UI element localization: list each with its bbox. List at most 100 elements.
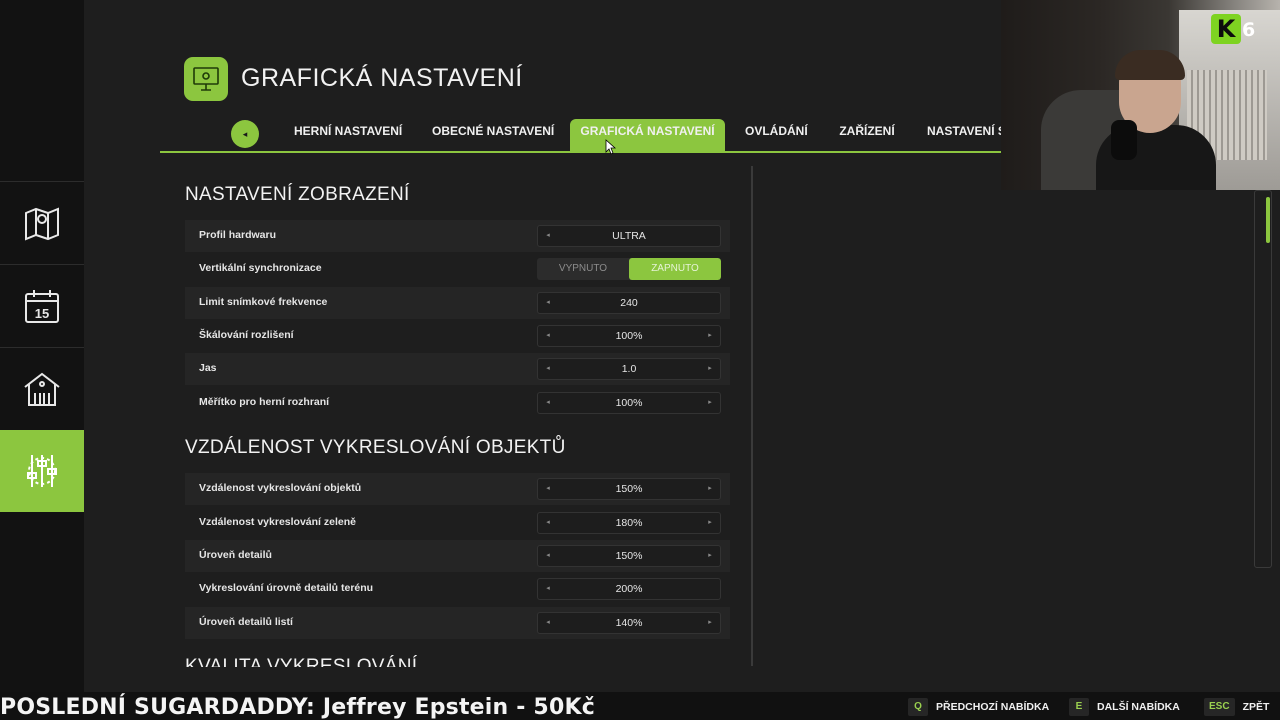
stepper-value: 100% xyxy=(615,397,643,409)
hint-previous-menu[interactable]: Q PŘEDCHOZÍ NABÍDKA xyxy=(908,698,1049,716)
setting-label: Vzdálenost vykreslování objektů xyxy=(199,482,362,494)
setting-label: Profil hardwaru xyxy=(199,229,277,241)
hint-next-menu[interactable]: E DALŠÍ NABÍDKA xyxy=(1069,698,1180,716)
vsync-toggle[interactable]: VYPNUTO ZAPNUTO xyxy=(537,258,721,280)
tab-prev-button[interactable]: ◂ xyxy=(231,120,259,148)
setting-row-vsync: Vertikální synchronizace VYPNUTO ZAPNUTO xyxy=(185,253,730,285)
bottom-bar: POSLEDNÍ SUGARDADDY: Jeffrey Epstein - 5… xyxy=(0,692,1280,720)
stepper-value: 140% xyxy=(615,617,643,629)
arrow-left-icon[interactable]: ◂ xyxy=(538,359,558,379)
arrow-left-icon[interactable]: ◂ xyxy=(538,546,558,566)
settings-sliders-icon xyxy=(27,455,57,487)
tab-more-settings[interactable]: NASTAVENÍ S xyxy=(927,119,1001,152)
key-e: E xyxy=(1069,698,1089,716)
page-title: GRAFICKÁ NASTAVENÍ xyxy=(241,64,523,92)
arrow-left-icon[interactable]: ◂ xyxy=(538,393,558,413)
setting-label: Limit snímkové frekvence xyxy=(199,296,328,308)
arrow-right-icon[interactable] xyxy=(700,293,720,313)
hint-label: DALŠÍ NABÍDKA xyxy=(1097,701,1180,713)
right-scrollbar[interactable] xyxy=(1254,190,1272,568)
mouse-cursor-icon xyxy=(605,139,617,155)
setting-row-foliage-lod: Úroveň detailů listí ◂ 140% ▸ xyxy=(185,607,730,639)
framerate-limit-stepper[interactable]: ◂ 240 xyxy=(537,292,721,314)
calendar-day: 15 xyxy=(35,306,49,321)
setting-label: Škálování rozlišení xyxy=(199,329,294,341)
sidebar-item-barn[interactable] xyxy=(0,347,84,429)
level-of-detail-stepper[interactable]: ◂ 150% ▸ xyxy=(537,545,721,567)
resolution-scaling-stepper[interactable]: ◂ 100% ▸ xyxy=(537,325,721,347)
toggle-on-option[interactable]: ZAPNUTO xyxy=(629,258,721,280)
arrow-left-icon[interactable]: ◂ xyxy=(538,479,558,499)
setting-row-resolution-scaling: Škálování rozlišení ◂ 100% ▸ xyxy=(185,320,730,352)
arrow-right-icon[interactable]: ▸ xyxy=(700,479,720,499)
section-title-display: NASTAVENÍ ZOBRAZENÍ xyxy=(185,184,410,205)
stepper-value: 1.0 xyxy=(621,363,637,375)
arrow-left-icon[interactable]: ◂ xyxy=(538,326,558,346)
tab-general-settings[interactable]: OBECNÉ NASTAVENÍ xyxy=(432,119,554,152)
microphone-icon xyxy=(1111,120,1137,160)
tab-controls[interactable]: OVLÁDÁNÍ xyxy=(745,119,808,152)
setting-label: Měřítko pro herní rozhraní xyxy=(199,396,330,408)
foliage-distance-stepper[interactable]: ◂ 180% ▸ xyxy=(537,512,721,534)
section-title-render-quality: KVALITA VYKRESLOVÁNÍ xyxy=(185,656,418,667)
arrow-left-icon[interactable]: ◂ xyxy=(538,613,558,633)
arrow-right-icon[interactable]: ▸ xyxy=(700,613,720,633)
stepper-value: 240 xyxy=(620,297,638,309)
tab-underline xyxy=(160,151,1002,153)
foliage-lod-stepper[interactable]: ◂ 140% ▸ xyxy=(537,612,721,634)
graphics-settings-icon xyxy=(184,57,228,101)
setting-row-foliage-distance: Vzdálenost vykreslování zeleně ◂ 180% ▸ xyxy=(185,507,730,539)
stepper-value: 180% xyxy=(615,517,643,529)
setting-label: Úroveň detailů xyxy=(199,549,272,561)
arrow-right-icon[interactable]: ▸ xyxy=(700,393,720,413)
key-q: Q xyxy=(908,698,928,716)
ui-scale-stepper[interactable]: ◂ 100% ▸ xyxy=(537,392,721,414)
arrow-left-icon[interactable]: ◂ xyxy=(538,513,558,533)
tab-game-settings[interactable]: HERNÍ NASTAVENÍ xyxy=(294,119,402,152)
channel-logo: K xyxy=(1211,14,1241,44)
setting-label: Vzdálenost vykreslování zeleně xyxy=(199,516,356,528)
arrow-right-icon[interactable] xyxy=(700,226,720,246)
tab-graphics-settings[interactable]: GRAFICKÁ NASTAVENÍ xyxy=(570,119,725,152)
calendar-icon: 15 xyxy=(25,289,59,323)
setting-row-hardware-profile: Profil hardwaru ◂ ULTRA xyxy=(185,220,730,252)
object-distance-stepper[interactable]: ◂ 150% ▸ xyxy=(537,478,721,500)
setting-row-ui-scale: Měřítko pro herní rozhraní ◂ 100% ▸ xyxy=(185,387,730,419)
stepper-value: ULTRA xyxy=(612,230,646,242)
brightness-stepper[interactable]: ◂ 1.0 ▸ xyxy=(537,358,721,380)
hint-back[interactable]: ESC ZPĚT xyxy=(1204,698,1269,716)
section-title-render-distance: VZDÁLENOST VYKRESLOVÁNÍ OBJEKTŮ xyxy=(185,437,566,458)
setting-row-level-of-detail: Úroveň detailů ◂ 150% ▸ xyxy=(185,540,730,572)
barn-icon xyxy=(24,372,60,406)
arrow-left-icon[interactable]: ◂ xyxy=(538,226,558,246)
setting-label: Jas xyxy=(199,362,217,374)
arrow-right-icon[interactable]: ▸ xyxy=(700,513,720,533)
scrollbar-thumb[interactable] xyxy=(1266,197,1270,243)
arrow-right-icon[interactable]: ▸ xyxy=(700,546,720,566)
arrow-right-icon[interactable] xyxy=(700,579,720,599)
sidebar-item-map[interactable] xyxy=(0,181,84,263)
terrain-lod-stepper[interactable]: ◂ 200% xyxy=(537,578,721,600)
stepper-value: 200% xyxy=(615,583,643,595)
setting-row-brightness: Jas ◂ 1.0 ▸ xyxy=(185,353,730,385)
arrow-right-icon[interactable]: ▸ xyxy=(700,326,720,346)
tab-devices[interactable]: ZAŘÍZENÍ xyxy=(839,119,895,152)
setting-row-framerate-limit: Limit snímkové frekvence ◂ 240 xyxy=(185,287,730,319)
stepper-value: 100% xyxy=(615,330,643,342)
sidebar-item-calendar[interactable]: 15 xyxy=(0,264,84,346)
left-sidebar: 15 xyxy=(0,0,91,692)
stream-ticker: POSLEDNÍ SUGARDADDY: Jeffrey Epstein - 5… xyxy=(0,695,595,720)
setting-label: Úroveň detailů listí xyxy=(199,616,293,628)
arrow-left-icon[interactable]: ◂ xyxy=(538,579,558,599)
arrow-right-icon[interactable]: ▸ xyxy=(700,359,720,379)
setting-row-object-distance: Vzdálenost vykreslování objektů ◂ 150% ▸ xyxy=(185,473,730,505)
hardware-profile-stepper[interactable]: ◂ ULTRA xyxy=(537,225,721,247)
setting-label: Vykreslování úrovně detailů terénu xyxy=(199,582,374,594)
stepper-value: 150% xyxy=(615,550,643,562)
content-divider xyxy=(751,166,753,666)
channel-logo-number: 6 xyxy=(1242,19,1256,41)
map-icon xyxy=(25,207,59,240)
toggle-off-option[interactable]: VYPNUTO xyxy=(537,258,629,280)
arrow-left-icon[interactable]: ◂ xyxy=(538,293,558,313)
sidebar-item-settings[interactable] xyxy=(0,430,91,512)
